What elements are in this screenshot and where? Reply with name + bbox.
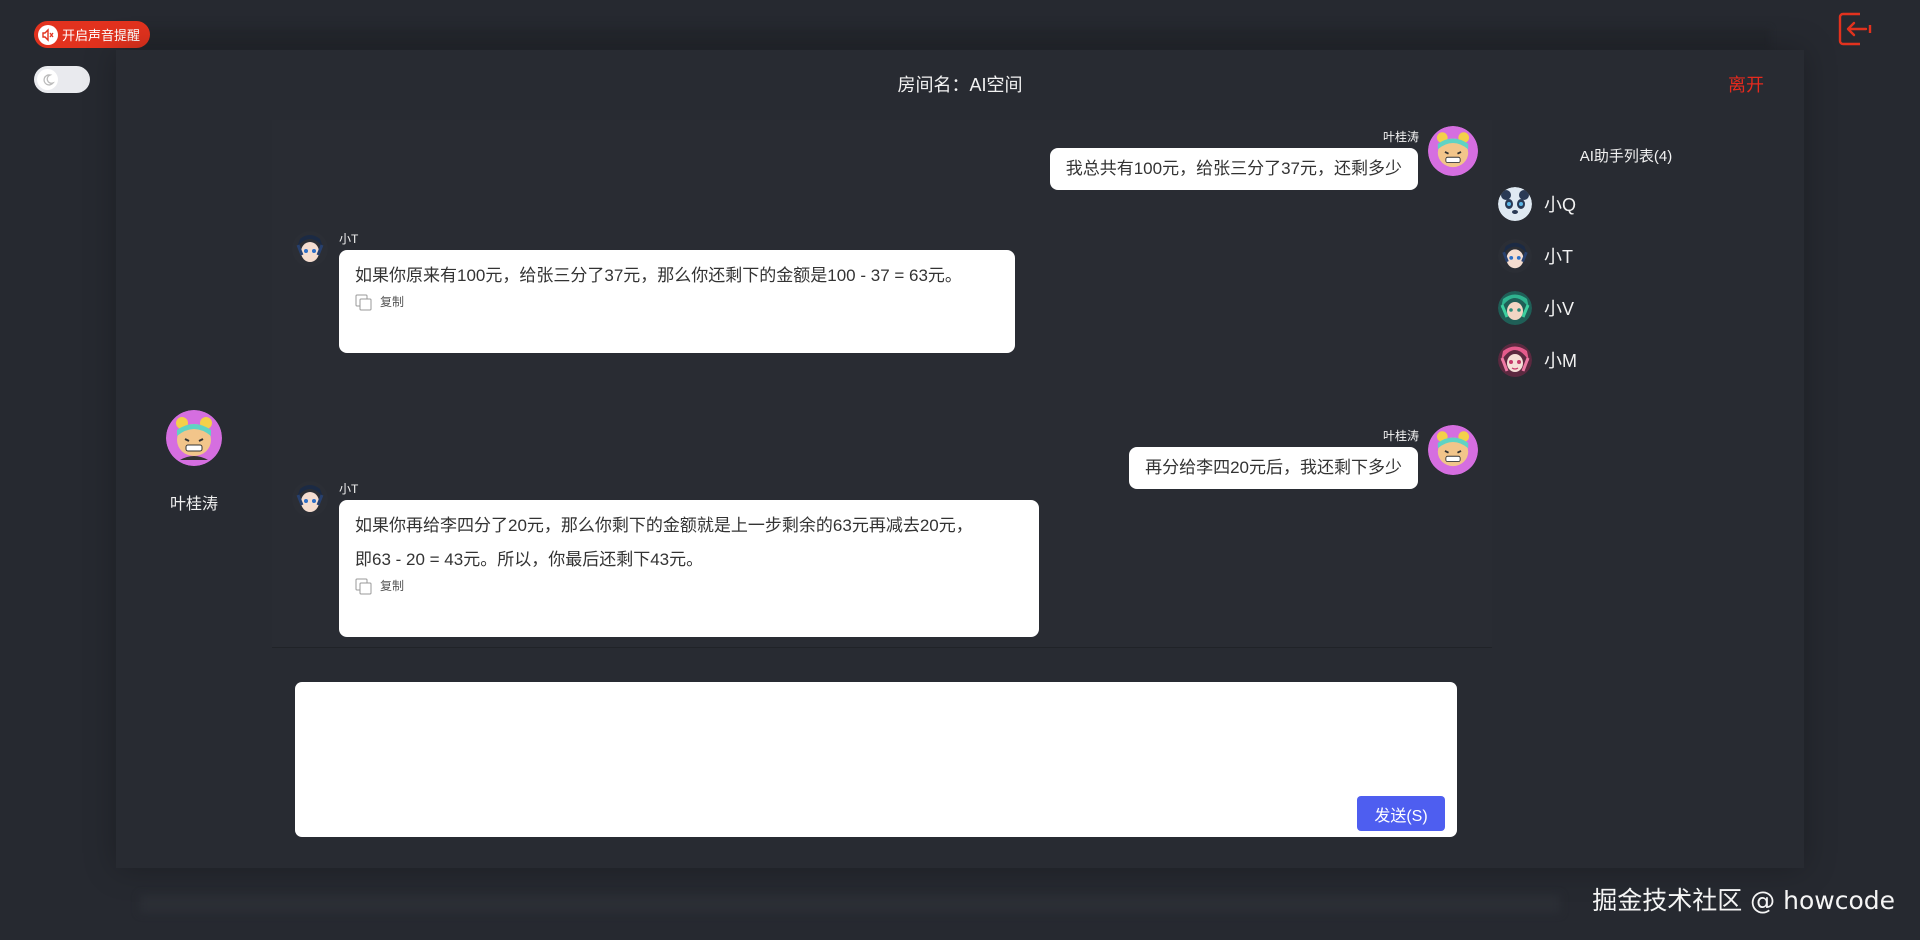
speaker-muted-icon xyxy=(38,24,58,45)
topbar-shadow xyxy=(130,28,1770,50)
ai-item-label: 小M xyxy=(1544,351,1577,371)
copy-button[interactable]: 复制 xyxy=(355,577,1023,595)
message-text: 我总共有100元，给张三分了37元，还剩多少 xyxy=(1065,159,1402,178)
user-name: 叶桂涛 xyxy=(169,496,218,513)
message-text: 如果你原来有100元，给张三分了37元，那么你还剩下的金额是100 - 37 =… xyxy=(355,266,962,285)
bot-avatar-xiao-t xyxy=(292,231,328,267)
send-button[interactable]: 发送(S) xyxy=(1357,796,1445,831)
sound-reminder-button[interactable]: 开启声音提醒 xyxy=(34,21,151,48)
message-bubble: 我总共有100元，给张三分了37元，还剩多少 xyxy=(1049,148,1418,190)
message-text-line: 即63 - 20 = 43元。所以，你最后还剩下43元。 xyxy=(355,550,704,569)
copy-button[interactable]: 复制 xyxy=(355,293,999,311)
message-text: 再分给李四20元后，我还剩下多少 xyxy=(1145,458,1402,477)
ai-item-label: 小V xyxy=(1544,299,1575,319)
sound-reminder-label: 开启声音提醒 xyxy=(62,28,141,43)
moon-icon xyxy=(37,69,58,90)
ai-item-xiao-v[interactable]: 小V xyxy=(1498,282,1768,334)
ai-item-xiao-t[interactable]: 小T xyxy=(1498,230,1768,282)
ai-item-xiao-m[interactable]: 小M xyxy=(1498,334,1768,386)
chat-messages: 叶桂涛 我总共有100元，给张三分了37元，还剩多少 小T 如果你原来有100元… xyxy=(272,120,1492,647)
copy-icon xyxy=(355,294,372,310)
room-panel: 房间名：AI空间 离开 叶桂涛 叶桂涛 我总共有100元，给张三分了37元，还剩… xyxy=(116,50,1804,868)
sender-name: 叶桂涛 xyxy=(1382,130,1419,144)
message-bubble: 如果你再给李四分了20元，那么你剩下的金额就是上一步剩余的63元再减去20元， … xyxy=(339,500,1039,637)
copy-icon xyxy=(355,578,372,594)
panda-avatar-icon xyxy=(1498,187,1532,221)
sender-avatar xyxy=(1428,425,1478,475)
copy-label: 复制 xyxy=(380,579,405,593)
theme-toggle[interactable] xyxy=(34,66,90,93)
sender-name: 小T xyxy=(339,482,359,496)
ai-item-label: 小Q xyxy=(1544,195,1577,215)
bottom-shadow xyxy=(140,895,1560,913)
message-input[interactable] xyxy=(305,690,1445,780)
room-title: 房间名：AI空间 xyxy=(897,75,1023,95)
ai-list-title: AI助手列表(4) xyxy=(1579,148,1673,165)
ai-assistant-list: AI助手列表(4) 小Q 小T 小V 小M xyxy=(1498,145,1768,386)
watermark: 掘金技术社区 @ howcode xyxy=(1592,886,1895,915)
anime-boy-avatar-icon xyxy=(1498,239,1532,273)
sender-name: 叶桂涛 xyxy=(1382,429,1419,443)
copy-label: 复制 xyxy=(380,295,405,309)
message-self: 叶桂涛 我总共有100元，给张三分了37元，还剩多少 xyxy=(272,120,1492,230)
chat-divider xyxy=(272,647,1492,648)
message-text-line: 如果你再给李四分了20元，那么你剩下的金额就是上一步剩余的63元再减去20元， xyxy=(355,516,973,535)
bot-avatar-xiao-t xyxy=(292,481,328,517)
green-hair-avatar-icon xyxy=(1498,291,1532,325)
message-bot: 小T 如果你再给李四分了20元，那么你剩下的金额就是上一步剩余的63元再减去20… xyxy=(272,480,1492,647)
sender-name: 小T xyxy=(339,232,359,246)
message-bot: 小T 如果你原来有100元，给张三分了37元，那么你还剩下的金额是100 - 3… xyxy=(272,230,1492,380)
message-input-box: 发送(S) xyxy=(295,682,1457,837)
ai-item-label: 小T xyxy=(1544,247,1573,267)
leave-button[interactable]: 离开 xyxy=(1728,71,1764,97)
pink-hair-avatar-icon xyxy=(1498,343,1532,377)
ai-item-xiao-q[interactable]: 小Q xyxy=(1498,178,1768,230)
user-avatar xyxy=(166,410,222,466)
sender-avatar xyxy=(1428,126,1478,176)
message-bubble: 如果你原来有100元，给张三分了37元，那么你还剩下的金额是100 - 37 =… xyxy=(339,250,1015,353)
exit-icon[interactable] xyxy=(1838,12,1872,46)
